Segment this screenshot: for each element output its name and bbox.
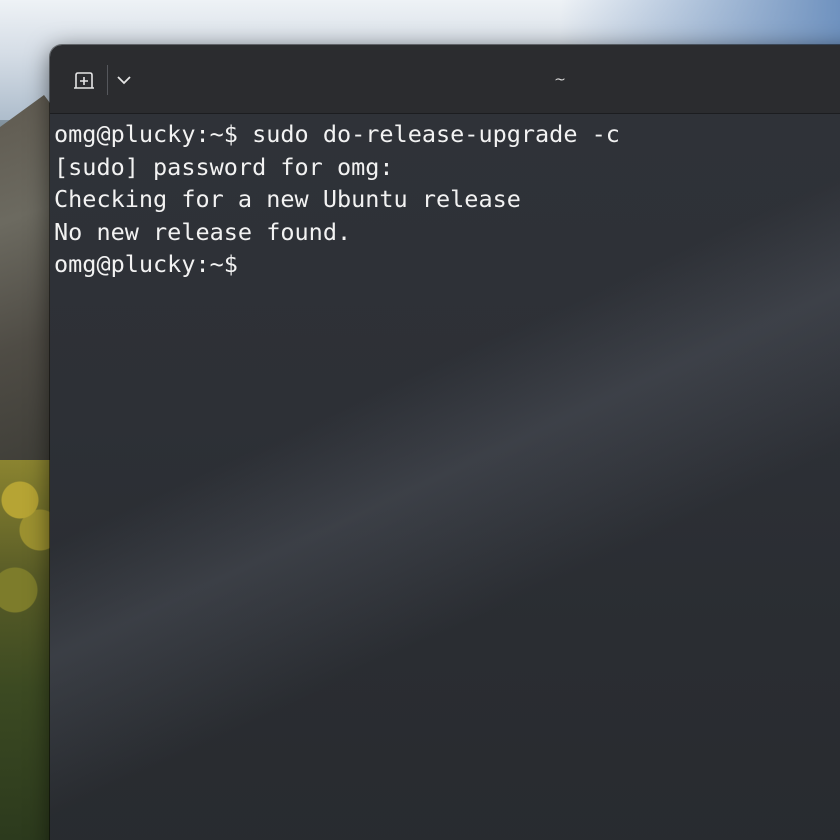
terminal-output: omg@plucky:~$ sudo do-release-upgrade -c… bbox=[54, 118, 620, 281]
window-title: ~ bbox=[554, 72, 566, 88]
terminal-line: omg@plucky:~$ sudo do-release-upgrade -c bbox=[54, 120, 620, 148]
terminal-line: No new release found. bbox=[54, 217, 352, 246]
chevron-down-icon bbox=[117, 76, 131, 85]
terminal-line: Checking for a new Ubuntu release bbox=[54, 185, 521, 213]
new-tab-icon bbox=[74, 72, 94, 89]
terminal-body[interactable]: omg@plucky:~$ sudo do-release-upgrade -c… bbox=[50, 114, 840, 840]
terminal-prompt: omg@plucky:~$ bbox=[54, 250, 238, 278]
terminal-window: ~ omg@plucky:~$ sudo do-release-upgrade … bbox=[50, 45, 840, 840]
tab-menu-button[interactable] bbox=[112, 67, 136, 93]
terminal-line: [sudo] password for omg: bbox=[54, 152, 394, 181]
titlebar-divider bbox=[107, 65, 108, 95]
terminal-titlebar: ~ bbox=[50, 45, 840, 114]
new-tab-button[interactable] bbox=[70, 67, 98, 93]
